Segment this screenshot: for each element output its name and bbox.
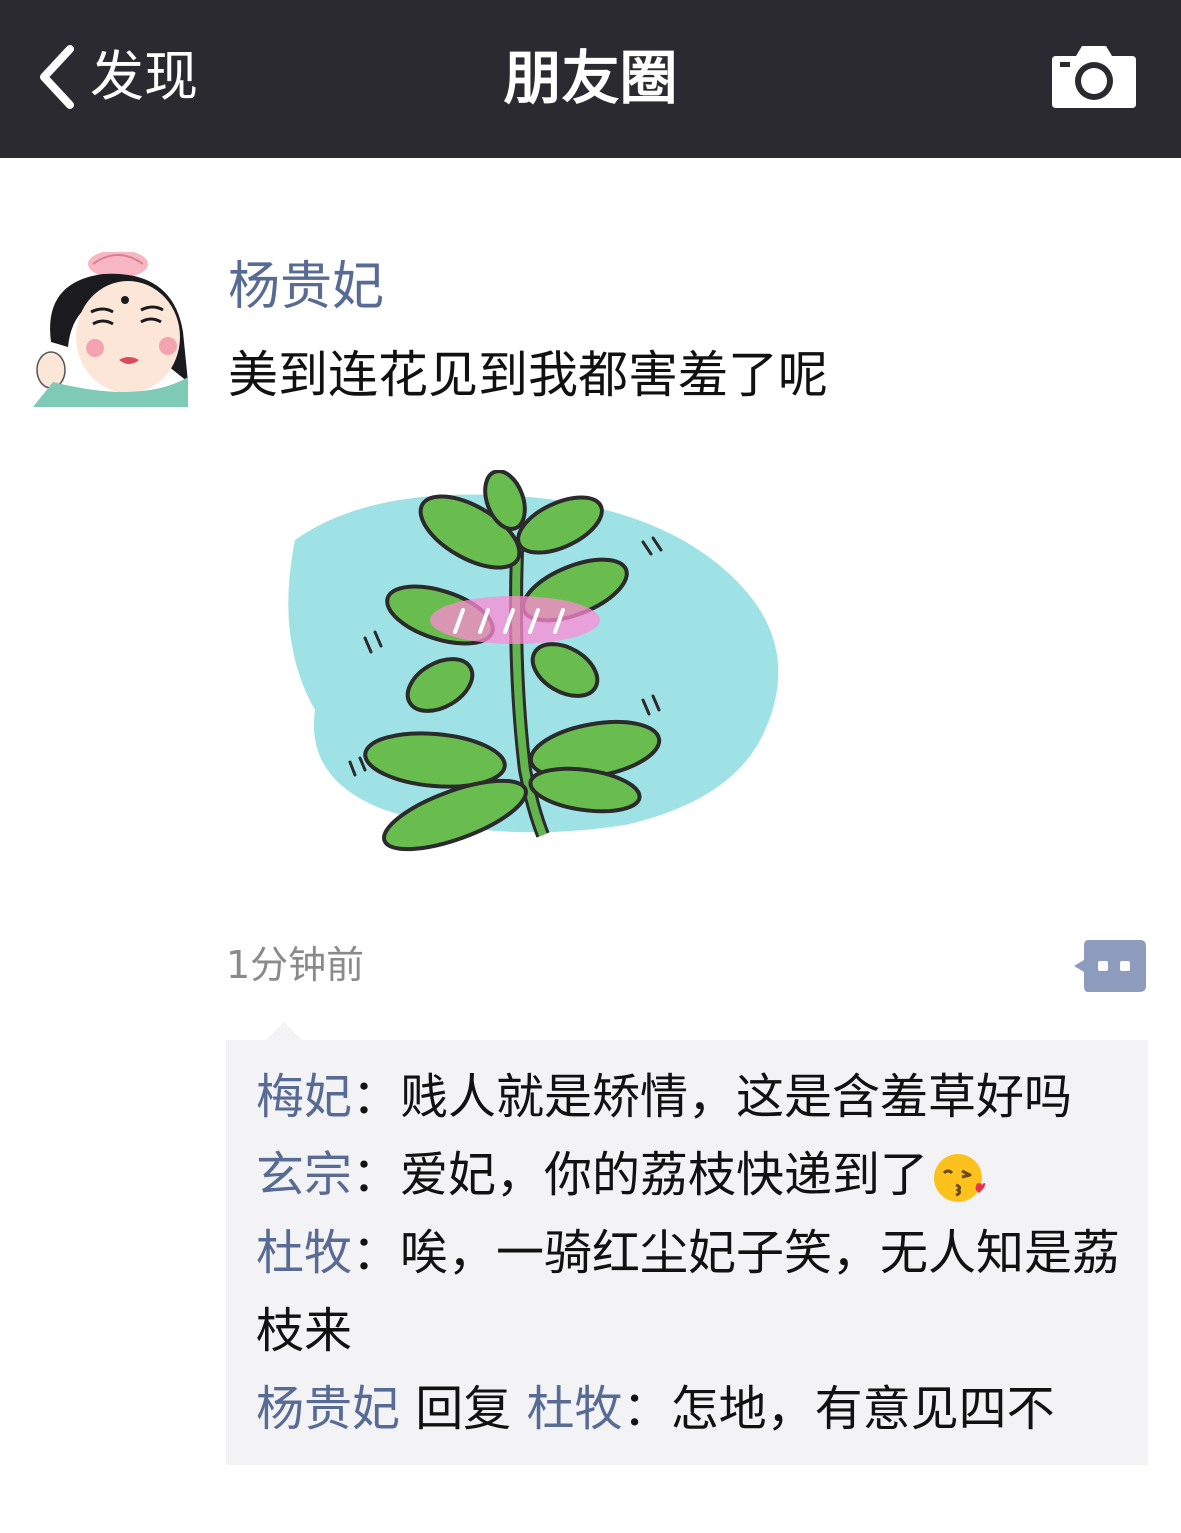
comment-separator: ： [352, 1225, 401, 1281]
comment-author[interactable]: 杜牧 [256, 1225, 352, 1281]
comment-separator: ： [352, 1147, 401, 1203]
comment-item[interactable]: 杜牧：唉，一骑红尘妃子笑，无人知是荔枝来 [256, 1214, 1136, 1370]
avatar[interactable] [33, 252, 188, 407]
camera-icon[interactable] [1050, 40, 1138, 110]
navbar: 发现 朋友圈 [0, 0, 1181, 158]
page-title: 朋友圈 [503, 44, 678, 112]
post-image[interactable] [265, 470, 785, 880]
comment-text: 贱人就是矫情，这是含羞草好吗 [400, 1069, 1073, 1125]
comment-item[interactable]: 玄宗：爱妃，你的荔枝快递到了 [256, 1136, 1136, 1214]
comment-text: 爱妃，你的荔枝快递到了 [400, 1147, 929, 1203]
reply-target[interactable]: 杜牧 [527, 1381, 623, 1437]
kiss-emoji-icon [934, 1154, 986, 1202]
comment-item[interactable]: 梅妃：贱人就是矫情，这是含羞草好吗 [256, 1058, 1136, 1136]
comment-author[interactable]: 梅妃 [256, 1069, 352, 1125]
comment-item[interactable]: 杨贵妃 回复 杜牧：怎地，有意见四不 [256, 1370, 1136, 1448]
comment-separator: ： [622, 1381, 671, 1437]
comments-arrow [266, 1022, 302, 1040]
dot-icon [1098, 961, 1108, 971]
more-actions-button[interactable] [1074, 940, 1146, 992]
post-timestamp: 1分钟前 [226, 943, 365, 987]
comment-author[interactable]: 杨贵妃 [256, 1381, 400, 1437]
comment-separator: ： [352, 1069, 401, 1125]
post-username[interactable]: 杨贵妃 [228, 254, 384, 320]
comment-author[interactable]: 玄宗 [256, 1147, 352, 1203]
reply-word: 回复 [400, 1381, 527, 1437]
comment-text: 怎地，有意见四不 [670, 1381, 1055, 1437]
post-text: 美到连花见到我都害羞了呢 [228, 346, 828, 404]
comments-section: 梅妃：贱人就是矫情，这是含羞草好吗 玄宗：爱妃，你的荔枝快递到了 杜牧：唉，一骑… [226, 1040, 1148, 1465]
